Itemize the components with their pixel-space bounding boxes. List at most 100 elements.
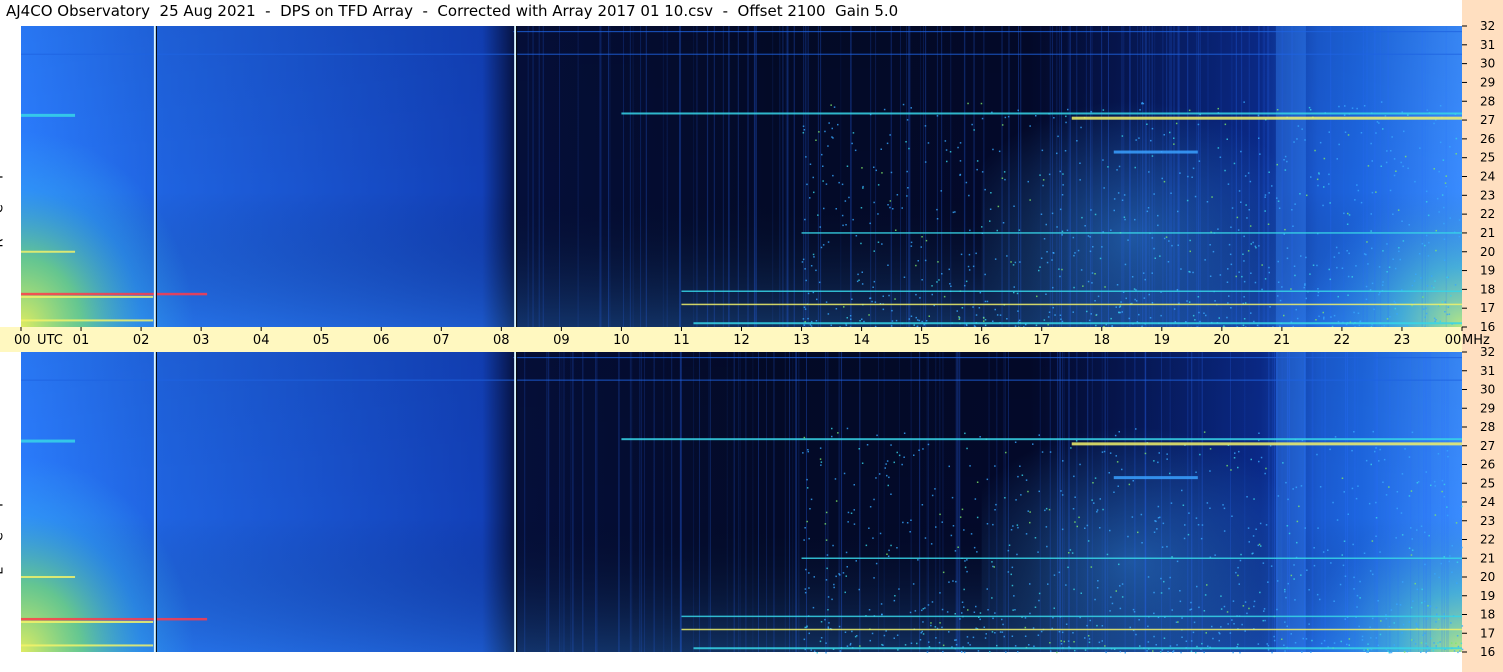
vertical-streak: [909, 26, 911, 327]
vertical-streak: [1076, 26, 1078, 327]
noise-pixel: [1060, 640, 1062, 642]
noise-pixel: [1338, 105, 1340, 108]
noise-pixel: [972, 636, 975, 639]
utc-tick-label: 11: [673, 333, 690, 348]
vertical-streak: [1145, 352, 1147, 652]
noise-pixel: [858, 279, 860, 281]
vertical-streak: [1418, 352, 1420, 652]
noise-pixel: [1352, 543, 1354, 546]
noise-pixel: [1337, 320, 1340, 323]
noise-pixel: [1176, 644, 1178, 646]
noise-pixel: [1206, 502, 1209, 504]
noise-pixel: [1284, 621, 1286, 623]
frequency-tick-label: 26: [1480, 458, 1495, 472]
noise-pixel: [1329, 278, 1331, 281]
noise-pixel: [1308, 106, 1311, 109]
noise-pixel: [1187, 175, 1189, 178]
noise-pixel: [1065, 584, 1067, 586]
noise-pixel: [1309, 109, 1312, 111]
noise-pixel: [981, 117, 984, 120]
noise-pixel: [833, 586, 835, 589]
noise-pixel: [912, 583, 915, 585]
noise-pixel: [1162, 522, 1165, 525]
noise-pixel: [827, 609, 829, 611]
noise-pixel: [1014, 325, 1017, 327]
noise-pixel: [1163, 237, 1166, 240]
noise-pixel: [1434, 485, 1436, 487]
noise-pixel: [1090, 566, 1093, 568]
noise-pixel: [910, 315, 913, 317]
noise-pixel: [1411, 639, 1413, 641]
vertical-streak: [1017, 26, 1019, 327]
noise-pixel: [1137, 531, 1139, 534]
noise-pixel: [1080, 126, 1082, 129]
noise-pixel: [1407, 114, 1409, 116]
noise-pixel: [883, 108, 886, 111]
noise-pixel: [965, 181, 968, 184]
noise-pixel: [1430, 275, 1433, 277]
noise-pixel: [1386, 318, 1389, 320]
noise-pixel: [832, 544, 834, 547]
vertical-streak: [1139, 26, 1141, 327]
noise-pixel: [1298, 505, 1300, 508]
noise-pixel: [875, 169, 877, 172]
noise-pixel: [1198, 311, 1200, 314]
noise-pixel: [1233, 457, 1236, 459]
noise-pixel: [1179, 590, 1181, 592]
noise-pixel: [1096, 511, 1098, 513]
noise-pixel: [1293, 578, 1295, 580]
noise-pixel: [897, 649, 899, 651]
noise-pixel: [1395, 537, 1397, 539]
vertical-streak: [805, 26, 807, 327]
noise-pixel: [1457, 651, 1459, 654]
noise-pixel: [895, 319, 898, 322]
noise-pixel: [813, 650, 816, 652]
noise-pixel: [1170, 502, 1173, 504]
noise-pixel: [1046, 261, 1049, 264]
noise-pixel: [1371, 540, 1374, 542]
noise-pixel: [1181, 636, 1183, 638]
noise-pixel: [1445, 185, 1447, 188]
utc-tick-label: 00: [14, 333, 31, 348]
vertical-streak: [983, 26, 985, 327]
noise-pixel: [968, 253, 971, 256]
noise-pixel: [978, 307, 981, 309]
noise-pixel: [886, 474, 888, 477]
noise-pixel: [1319, 141, 1322, 144]
noise-pixel: [1056, 226, 1058, 228]
vertical-streak: [572, 352, 574, 652]
noise-pixel: [1358, 324, 1361, 327]
noise-pixel: [1455, 642, 1457, 645]
noise-pixel: [810, 498, 813, 501]
frequency-tick-label: 30: [1480, 383, 1495, 397]
noise-pixel: [928, 641, 930, 643]
noise-pixel: [1203, 610, 1206, 612]
noise-pixel: [1121, 468, 1123, 471]
vertical-streak: [1007, 352, 1009, 652]
noise-pixel: [1434, 573, 1436, 575]
marker-line: [514, 26, 517, 327]
frequency-tick-label: 28: [1480, 94, 1495, 108]
noise-pixel: [1288, 532, 1291, 535]
vertical-streak: [1008, 26, 1010, 327]
noise-pixel: [1317, 294, 1319, 297]
noise-pixel: [1226, 464, 1228, 467]
noise-pixel: [1351, 276, 1353, 278]
noise-pixel: [809, 508, 811, 510]
noise-pixel: [941, 626, 943, 629]
noise-pixel: [858, 588, 860, 591]
noise-pixel: [1209, 244, 1211, 246]
noise-pixel: [1344, 575, 1347, 577]
noise-pixel: [1435, 249, 1437, 252]
noise-pixel: [1338, 143, 1340, 146]
noise-pixel: [1118, 311, 1120, 314]
noise-pixel: [1423, 308, 1425, 310]
noise-pixel: [905, 141, 907, 143]
noise-pixel: [806, 183, 808, 186]
noise-pixel: [1019, 465, 1021, 467]
noise-pixel: [910, 642, 913, 644]
noise-pixel: [1379, 448, 1381, 451]
noise-pixel: [1231, 207, 1234, 209]
noise-pixel: [1268, 192, 1270, 194]
noise-pixel: [1053, 117, 1055, 119]
